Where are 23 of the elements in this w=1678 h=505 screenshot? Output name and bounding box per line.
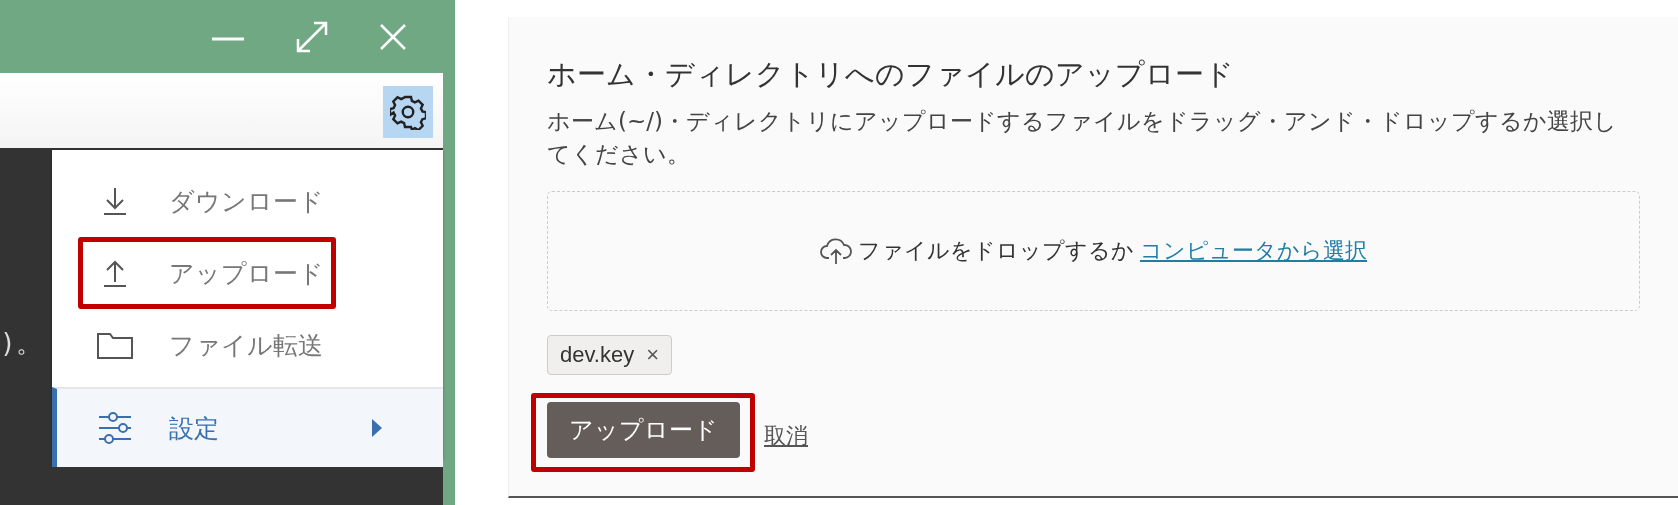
choose-file-link[interactable]: コンピュータから選択 <box>1140 236 1367 266</box>
menu-item[interactable]: ファイル転送 <box>52 309 443 381</box>
sliders-icon <box>98 412 132 444</box>
menu-item[interactable]: アップロード <box>52 237 443 309</box>
menu-item[interactable]: ダウンロード <box>52 165 443 237</box>
upload-button[interactable]: アップロード <box>547 402 740 458</box>
file-name: dev.key <box>560 342 635 368</box>
download-icon <box>102 186 128 216</box>
expand-icon[interactable] <box>295 19 329 54</box>
settings-icon <box>390 93 426 130</box>
folder-icon <box>97 331 133 359</box>
close-icon[interactable] <box>379 22 407 51</box>
menu-item[interactable]: 設定 <box>52 387 443 467</box>
drop-zone-text: ファイルをドロップするか <box>858 237 1134 265</box>
dialog-title: ホーム・ディレクトリへのファイルのアップロード <box>547 57 1235 91</box>
drop-zone[interactable]: ファイルをドロップするか コンピュータから選択 <box>547 191 1640 311</box>
terminal-text: )。 <box>0 327 42 360</box>
cloud-upload-icon <box>820 236 852 266</box>
settings-button[interactable] <box>383 85 433 138</box>
cancel-link[interactable]: 取消 <box>764 421 808 451</box>
remove-file-button[interactable]: × <box>646 342 660 368</box>
dialog-description: ホーム(~/)・ディレクトリにアップロードするファイルをドラッグ・アンド・ドロップするか選択してください。 <box>547 107 1617 169</box>
upload-icon <box>102 258 128 288</box>
